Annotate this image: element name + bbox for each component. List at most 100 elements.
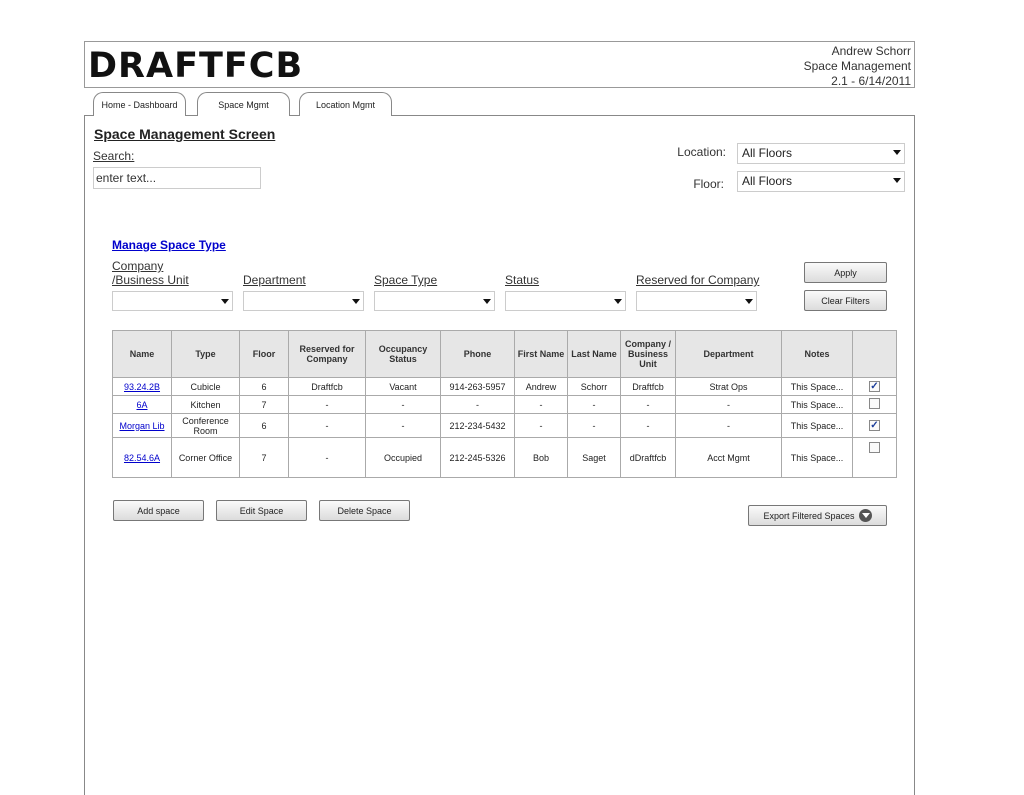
cell-company: -	[620, 395, 676, 414]
clear-filters-button[interactable]: Clear Filters	[804, 290, 887, 311]
table-row: 6A Kitchen 7 - - - - - - - This Space...	[112, 395, 897, 414]
column-header-reserved: Reserved for Company	[288, 330, 366, 378]
cell-select: ✓	[852, 377, 897, 396]
chevron-down-icon	[893, 150, 901, 155]
department-filter-select[interactable]	[243, 291, 364, 311]
cell-first-name: Bob	[514, 437, 568, 478]
cell-first-name: Andrew	[514, 377, 568, 396]
column-header-notes: Notes	[781, 330, 853, 378]
add-space-button[interactable]: Add space	[113, 500, 204, 521]
column-header-department: Department	[675, 330, 782, 378]
manage-space-type-link[interactable]: Manage Space Type	[112, 238, 226, 252]
export-filtered-spaces-button[interactable]: Export Filtered Spaces	[748, 505, 887, 526]
cell-notes: This Space...	[781, 413, 853, 438]
row-checkbox[interactable]: ✓	[869, 420, 880, 431]
cell-type: Conference Room	[171, 413, 240, 438]
filter-label-reserved: Reserved for Company	[636, 273, 760, 287]
chevron-down-circle-icon	[858, 509, 872, 522]
cell-notes: This Space...	[781, 395, 853, 414]
cell-last-name: -	[567, 395, 621, 414]
row-checkbox[interactable]	[869, 398, 880, 409]
cell-department: Acct Mgmt	[675, 437, 782, 478]
reserved-filter-select[interactable]	[636, 291, 757, 311]
space-link[interactable]: 82.54.6A	[124, 453, 160, 463]
spaces-table: Name Type Floor Reserved for Company Occ…	[112, 330, 897, 478]
chevron-down-icon	[221, 299, 229, 304]
logo: DRAFTFCB	[88, 46, 304, 86]
cell-type: Cubicle	[171, 377, 240, 396]
column-header-occupancy: Occupancy Status	[365, 330, 441, 378]
chevron-down-icon	[614, 299, 622, 304]
cell-reserved: -	[288, 413, 366, 438]
cell-reserved: -	[288, 395, 366, 414]
cell-reserved: -	[288, 437, 366, 478]
cell-phone: 212-245-5326	[440, 437, 515, 478]
floor-select[interactable]: All Floors	[737, 171, 905, 192]
cell-floor: 7	[239, 395, 289, 414]
cell-department: -	[675, 413, 782, 438]
cell-company: -	[620, 413, 676, 438]
apply-button[interactable]: Apply	[804, 262, 887, 283]
table-row: Morgan Lib Conference Room 6 - - 212-234…	[112, 413, 897, 438]
company-filter-select[interactable]	[112, 291, 233, 311]
cell-last-name: Schorr	[567, 377, 621, 396]
location-label: Location:	[677, 145, 726, 159]
filter-label-space-type: Space Type	[374, 273, 438, 287]
location-select-value: All Floors	[742, 146, 793, 160]
header-bar: DRAFTFCB Andrew Schorr Space Management …	[84, 41, 915, 88]
filter-label-company: Company /Business Unit	[112, 259, 189, 287]
user-name: Andrew Schorr	[831, 44, 911, 58]
cell-phone: 212-234-5432	[440, 413, 515, 438]
cell-department: Strat Ops	[675, 377, 782, 396]
floor-select-value: All Floors	[742, 174, 793, 188]
search-label: Search:	[93, 149, 135, 163]
status-filter-select[interactable]	[505, 291, 626, 311]
tab-home-dashboard[interactable]: Home - Dashboard	[93, 92, 186, 116]
cell-occupancy: Vacant	[365, 377, 441, 396]
space-link[interactable]: Morgan Lib	[119, 421, 164, 431]
filter-label-status: Status	[505, 273, 540, 287]
cell-type: Corner Office	[171, 437, 240, 478]
cell-name: 6A	[112, 395, 172, 414]
cell-company: Draftfcb	[620, 377, 676, 396]
cell-select	[852, 437, 897, 478]
chevron-down-icon	[893, 178, 901, 183]
column-header-company: Company / Business Unit	[620, 330, 676, 378]
space-link[interactable]: 93.24.2B	[124, 382, 160, 392]
row-checkbox[interactable]	[869, 442, 880, 453]
cell-name: 82.54.6A	[112, 437, 172, 478]
cell-name: 93.24.2B	[112, 377, 172, 396]
cell-reserved: Draftfcb	[288, 377, 366, 396]
app-name: Space Management	[803, 59, 911, 73]
cell-occupancy: Occupied	[365, 437, 441, 478]
column-header-floor: Floor	[239, 330, 289, 378]
cell-floor: 7	[239, 437, 289, 478]
cell-phone: 914-263-5957	[440, 377, 515, 396]
floor-label: Floor:	[693, 177, 724, 191]
column-header-first-name: First Name	[514, 330, 568, 378]
column-header-select	[852, 330, 897, 378]
table-header-row: Name Type Floor Reserved for Company Occ…	[112, 330, 897, 378]
chevron-down-icon	[352, 299, 360, 304]
edit-space-button[interactable]: Edit Space	[216, 500, 307, 521]
space-link[interactable]: 6A	[136, 400, 147, 410]
cell-company: dDraftfcb	[620, 437, 676, 478]
tab-space-mgmt[interactable]: Space Mgmt	[197, 92, 290, 116]
cell-last-name: Saget	[567, 437, 621, 478]
table-row: 93.24.2B Cubicle 6 Draftfcb Vacant 914-2…	[112, 377, 897, 396]
table-row: 82.54.6A Corner Office 7 - Occupied 212-…	[112, 437, 897, 478]
cell-floor: 6	[239, 413, 289, 438]
cell-notes: This Space...	[781, 437, 853, 478]
cell-floor: 6	[239, 377, 289, 396]
space-type-filter-select[interactable]	[374, 291, 495, 311]
search-input[interactable]: enter text...	[93, 167, 261, 189]
cell-department: -	[675, 395, 782, 414]
tab-location-mgmt[interactable]: Location Mgmt	[299, 92, 392, 116]
delete-space-button[interactable]: Delete Space	[319, 500, 410, 521]
row-checkbox[interactable]: ✓	[869, 381, 880, 392]
cell-phone: -	[440, 395, 515, 414]
location-select[interactable]: All Floors	[737, 143, 905, 164]
cell-name: Morgan Lib	[112, 413, 172, 438]
filter-label-department: Department	[243, 273, 306, 287]
cell-first-name: -	[514, 413, 568, 438]
